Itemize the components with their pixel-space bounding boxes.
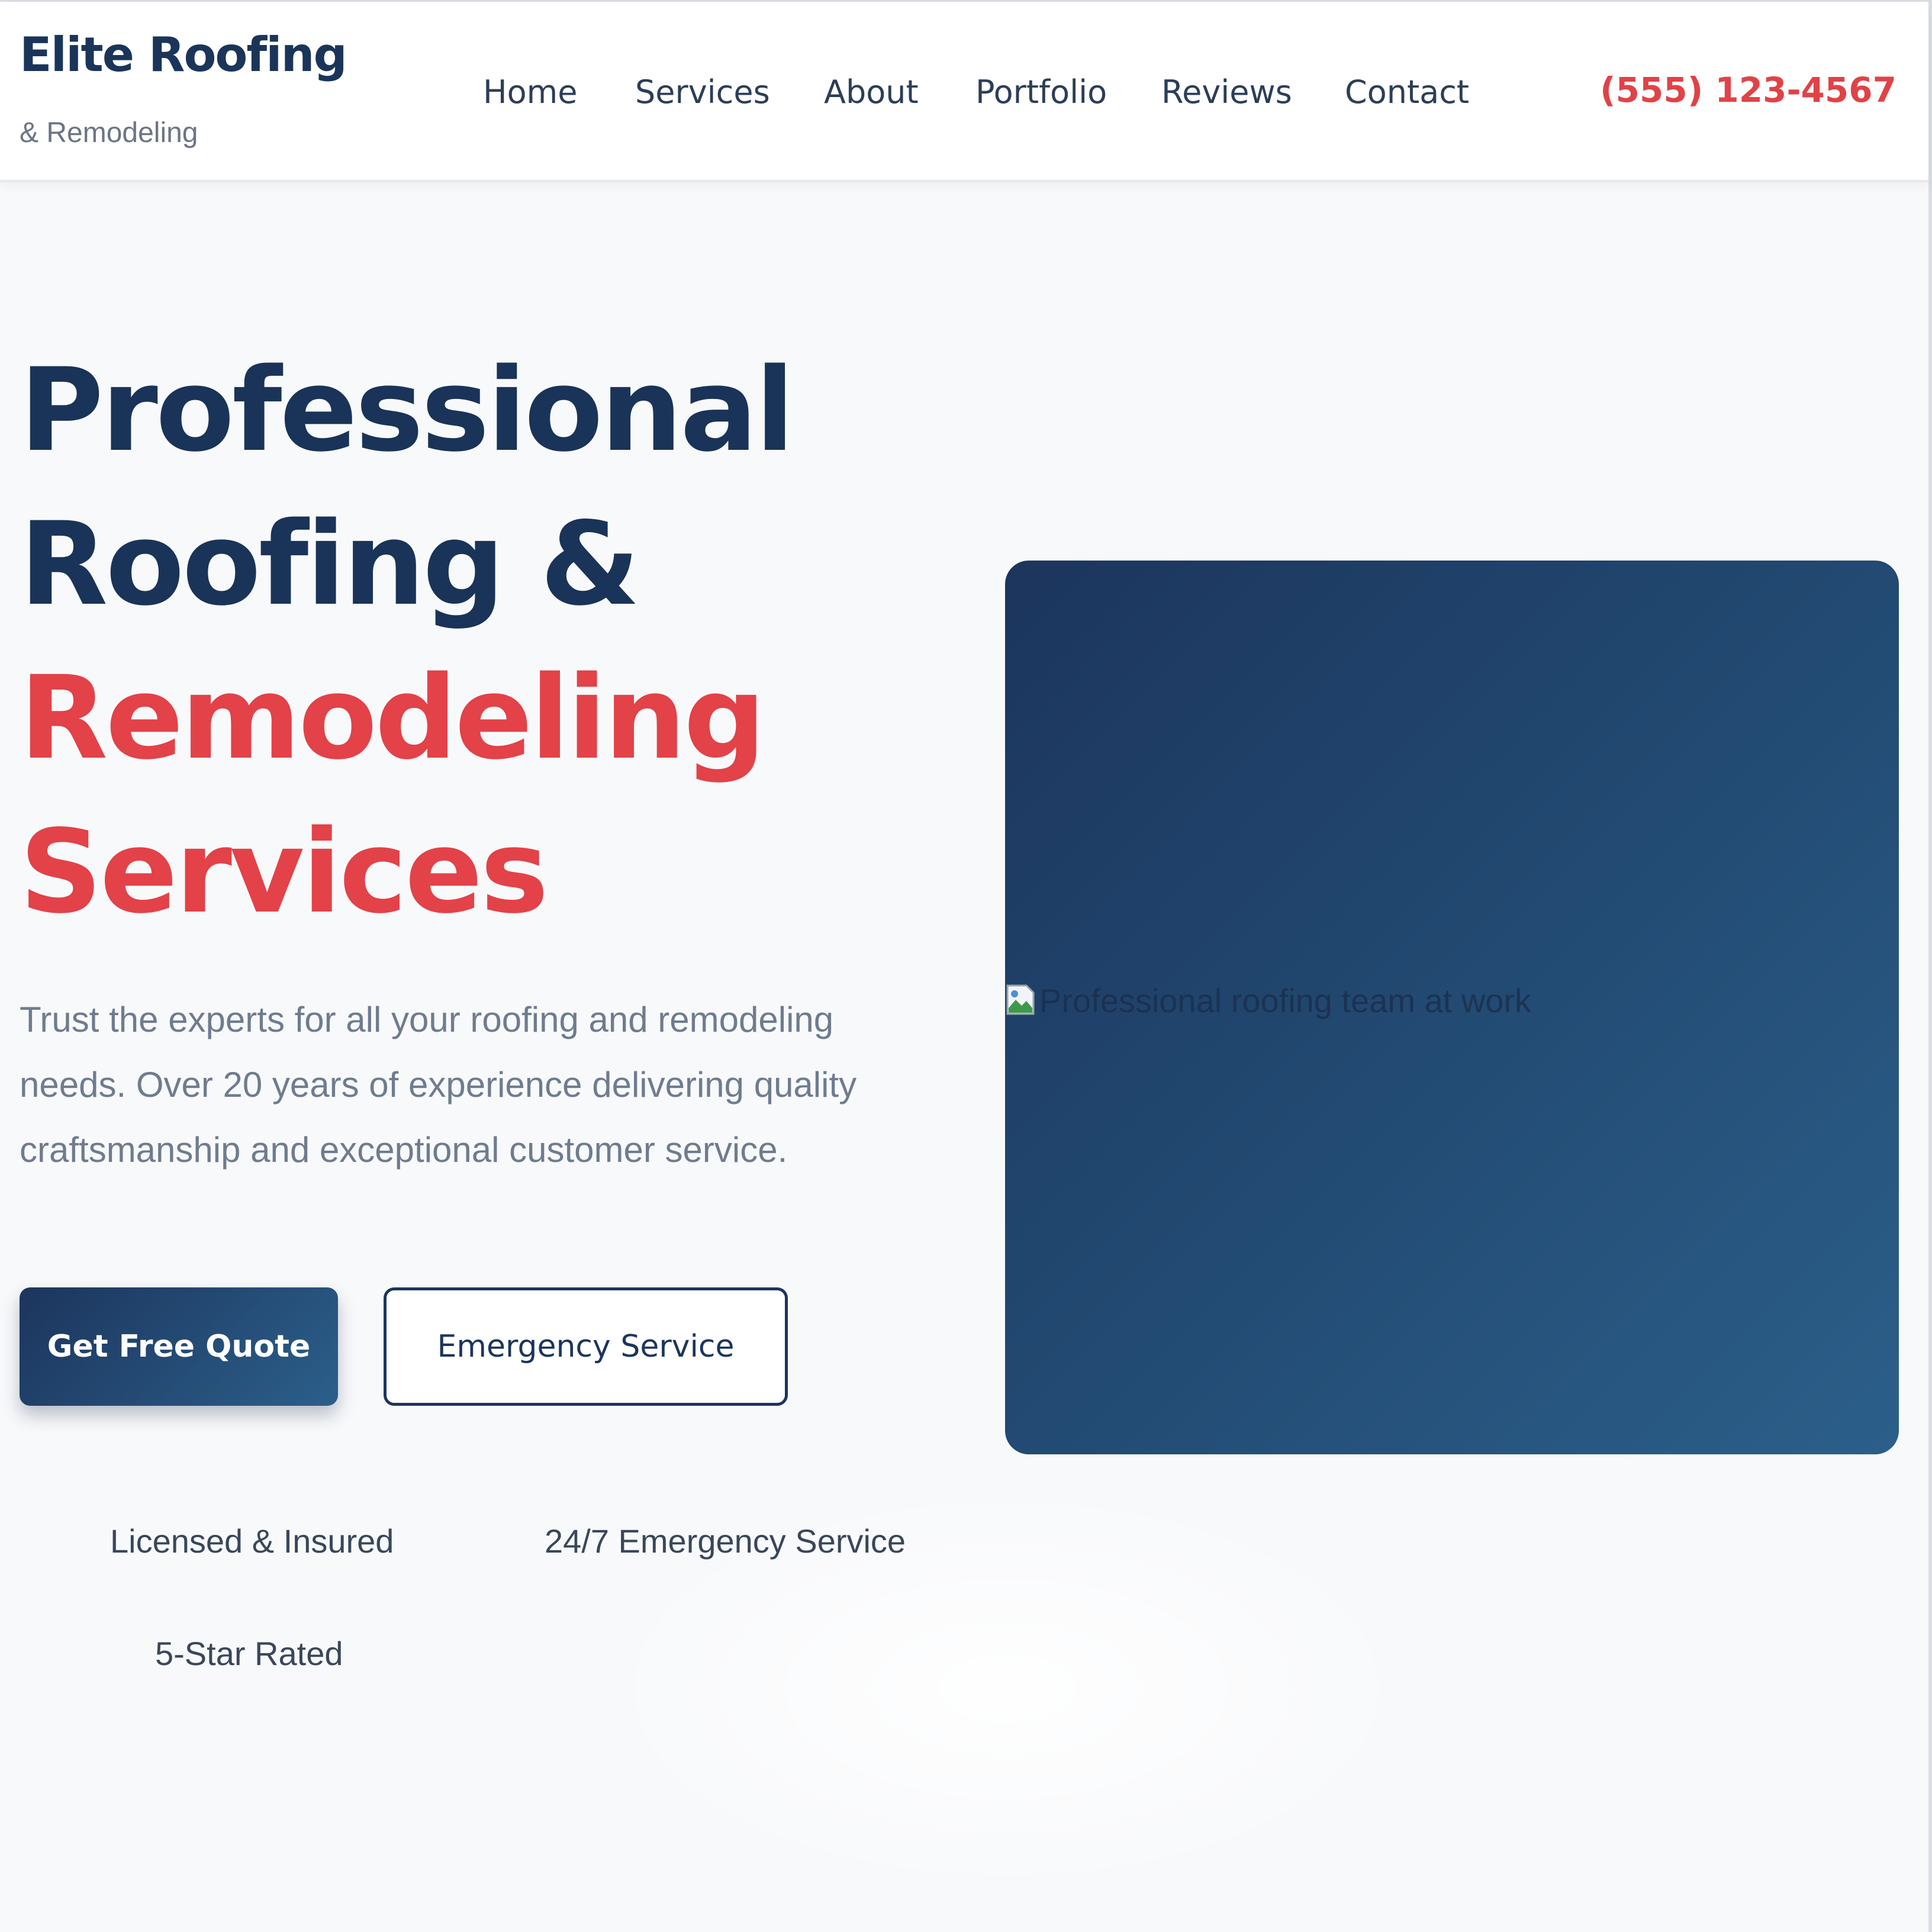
- nav-contact[interactable]: Contact: [1345, 72, 1469, 113]
- badge-licensed: Licensed & Insured: [110, 1522, 394, 1560]
- phone-link[interactable]: (555) 123-4567: [1600, 69, 1896, 111]
- emergency-service-button[interactable]: Emergency Service: [384, 1287, 788, 1406]
- badge-emergency: 24/7 Emergency Service: [545, 1522, 906, 1560]
- nav-services[interactable]: Services: [635, 72, 770, 113]
- hero-image: Professional roofing team at work: [1005, 561, 1899, 1454]
- nav-reviews[interactable]: Reviews: [1161, 72, 1292, 113]
- hero-title-line-3: Remodeling: [20, 651, 766, 785]
- hero-title-line-1: Professional: [20, 343, 794, 477]
- hero-title-line-4: Services: [20, 805, 549, 939]
- hero-title-line-2: Roofing &: [20, 497, 640, 631]
- nav-home[interactable]: Home: [483, 72, 577, 113]
- site-header: Elite Roofing & Remodeling Home Services…: [0, 2, 1928, 182]
- broken-image-icon: [1006, 984, 1035, 1015]
- nav-portfolio[interactable]: Portfolio: [975, 72, 1107, 113]
- badge-five-star: 5-Star Rated: [155, 1635, 343, 1672]
- page: Elite Roofing & Remodeling Home Services…: [0, 0, 1932, 1932]
- brand-tagline: & Remodeling: [20, 117, 198, 149]
- hero-title: Professional Roofing & Remodeling Servic…: [20, 333, 794, 949]
- get-free-quote-button[interactable]: Get Free Quote: [20, 1287, 338, 1406]
- nav-about[interactable]: About: [824, 72, 919, 113]
- hero-description: Trust the experts for all your roofing a…: [20, 1000, 857, 1170]
- hero-image-alt-text: Professional roofing team at work: [1039, 982, 1532, 1019]
- brand-name[interactable]: Elite Roofing: [20, 31, 347, 79]
